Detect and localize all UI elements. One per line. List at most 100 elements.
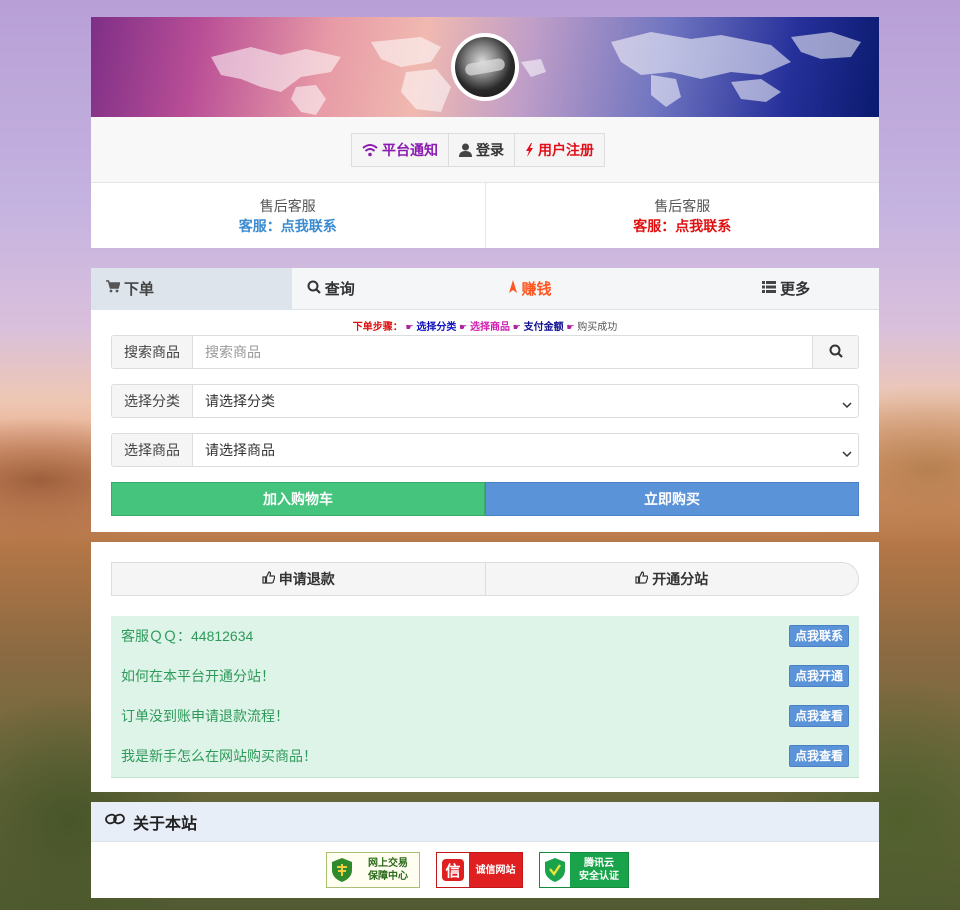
notice-text: 客服ＱＱ：44812634 xyxy=(121,628,254,644)
after-sales-cell-left: 售后客服 客服：点我联系 xyxy=(91,183,485,248)
thumbs-up-icon xyxy=(262,571,276,587)
header-nav-row: 平台通知 登录 用户注册 xyxy=(91,117,879,183)
thumbs-up-icon xyxy=(635,571,649,587)
refund-request-label: 申请退款 xyxy=(278,571,335,587)
step-arrow: ☛ xyxy=(566,322,575,332)
order-panel: 下单 查询 赚钱 更多 下单步骤： ☛ 选择分类 ☛ 选择商品 ☛ 支付金额 ☛… xyxy=(91,268,879,532)
header-panel: 平台通知 登录 用户注册 售后客服 客服：点我联系 售后客服 客服：点我联系 xyxy=(91,17,879,248)
service-pill-row: 申请退款 开通分站 xyxy=(111,562,859,596)
list-item: 客服ＱＱ：44812634 点我联系 xyxy=(121,624,849,648)
about-header: 关于本站 xyxy=(91,802,879,842)
login-label: 登录 xyxy=(476,142,504,158)
category-select[interactable]: 请选择分类 xyxy=(193,385,858,417)
refund-request-button[interactable]: 申请退款 xyxy=(111,562,486,596)
tab-query-label: 查询 xyxy=(324,281,355,298)
search-label: 搜索商品 xyxy=(112,336,193,368)
badge-line: 网上交易 xyxy=(368,858,408,869)
platform-notice-label: 平台通知 xyxy=(382,142,438,158)
category-label: 选择分类 xyxy=(112,385,193,417)
search-icon xyxy=(829,344,843,361)
about-panel: 关于本站 网上交易 保障中心 信 诚信网站 腾讯云 安全认证 xyxy=(91,802,879,898)
contact-me-button[interactable]: 点我联系 xyxy=(788,625,849,647)
step-arrow: ☛ xyxy=(405,322,414,332)
product-label: 选择商品 xyxy=(112,434,193,466)
search-button[interactable] xyxy=(812,336,858,368)
notice-text: 我是新手怎么在网站购买商品！ xyxy=(121,748,317,764)
trust-badges: 网上交易 保障中心 信 诚信网站 腾讯云 安全认证 xyxy=(326,852,629,888)
add-to-cart-button[interactable]: 加入购物车 xyxy=(111,482,485,516)
credit-icon: 信 xyxy=(437,853,469,887)
step-select-category: 选择分类 xyxy=(416,322,457,333)
after-sales-cell-right: 售后客服 客服：点我联系 xyxy=(484,183,880,248)
buy-now-button[interactable]: 立即购买 xyxy=(485,482,859,516)
badge-line: 诚信网站 xyxy=(475,864,516,876)
tab-earn-label: 赚钱 xyxy=(521,281,552,298)
search-field-wrap xyxy=(193,336,812,368)
order-actions: 加入购物车 立即购买 xyxy=(111,482,859,516)
product-row: 选择商品 请选择商品 xyxy=(111,433,859,467)
after-sales-title: 售后客服 xyxy=(259,198,316,214)
tab-query[interactable]: 查询 xyxy=(292,268,493,309)
category-row: 选择分类 请选择分类 xyxy=(111,384,859,418)
tab-order-label: 下单 xyxy=(124,281,155,298)
tencent-cloud-badge[interactable]: 腾讯云 安全认证 xyxy=(539,852,629,888)
credit-site-badge[interactable]: 信 诚信网站 xyxy=(436,852,523,888)
tab-order[interactable]: 下单 xyxy=(91,268,292,309)
register-label: 用户注册 xyxy=(538,142,594,158)
search-row: 搜索商品 xyxy=(111,335,859,369)
register-button[interactable]: 用户注册 xyxy=(514,133,605,167)
notice-text: 订单没到账申请退款流程！ xyxy=(121,708,289,724)
about-title: 关于本站 xyxy=(133,815,198,833)
product-select[interactable]: 请选择商品 xyxy=(193,434,858,466)
view-button[interactable]: 点我查看 xyxy=(788,705,849,727)
open-substation-button[interactable]: 开通分站 xyxy=(485,562,859,596)
shield-icon xyxy=(327,853,357,887)
after-sales-title: 售后客服 xyxy=(654,198,711,214)
search-icon xyxy=(307,280,321,298)
login-button[interactable]: 登录 xyxy=(448,133,515,167)
badge-line: 腾讯云 xyxy=(584,858,614,869)
product-select-value: 请选择商品 xyxy=(205,442,275,458)
chevron-down-icon xyxy=(842,445,852,461)
category-select-value: 请选择分类 xyxy=(205,393,275,409)
tab-earn[interactable]: 赚钱 xyxy=(493,268,694,309)
platform-notice-button[interactable]: 平台通知 xyxy=(351,133,449,167)
avatar[interactable] xyxy=(451,33,519,101)
step-arrow: ☛ xyxy=(459,322,468,332)
tab-more-label: 更多 xyxy=(780,281,811,298)
rocket-icon xyxy=(508,279,518,298)
list-item: 我是新手怎么在网站购买商品！ 点我查看 xyxy=(121,744,849,768)
link-icon xyxy=(105,812,125,831)
search-input[interactable] xyxy=(205,344,812,360)
contact-service-link[interactable]: 客服：点我联系 xyxy=(486,216,880,236)
trade-guarantee-badge[interactable]: 网上交易 保障中心 xyxy=(326,852,420,888)
service-panel: 申请退款 开通分站 客服ＱＱ：44812634 点我联系 如何在本平台开通分站！… xyxy=(91,542,879,792)
step-purchase-success: 购买成功 xyxy=(577,322,618,333)
tab-more[interactable]: 更多 xyxy=(693,268,879,309)
wifi-icon xyxy=(362,143,378,157)
order-steps: 下单步骤： ☛ 选择分类 ☛ 选择商品 ☛ 支付金额 ☛ 购买成功 xyxy=(91,320,879,334)
contact-service-link[interactable]: 客服：点我联系 xyxy=(91,216,485,236)
open-now-button[interactable]: 点我开通 xyxy=(788,665,849,687)
badge-line: 保障中心 xyxy=(368,871,408,882)
step-select-product: 选择商品 xyxy=(470,322,510,333)
order-tabs: 下单 查询 赚钱 更多 xyxy=(91,268,879,310)
step-arrow: ☛ xyxy=(512,322,521,332)
cart-icon xyxy=(106,280,121,297)
header-banner xyxy=(91,17,879,117)
step-pay-amount: 支付金额 xyxy=(523,322,564,333)
view-button[interactable]: 点我查看 xyxy=(788,745,849,767)
user-icon xyxy=(459,143,472,157)
notice-list: 客服ＱＱ：44812634 点我联系 如何在本平台开通分站！ 点我开通 订单没到… xyxy=(111,616,859,778)
steps-prefix: 下单步骤： xyxy=(352,322,403,333)
bolt-icon xyxy=(525,143,534,157)
notice-text: 如何在本平台开通分站！ xyxy=(121,668,275,684)
header-button-group: 平台通知 登录 用户注册 xyxy=(351,133,605,167)
badge-line: 安全认证 xyxy=(579,871,619,882)
chevron-down-icon xyxy=(842,396,852,412)
after-sales-row: 售后客服 客服：点我联系 售后客服 客服：点我联系 xyxy=(91,183,879,248)
list-item: 订单没到账申请退款流程！ 点我查看 xyxy=(121,704,849,728)
open-substation-label: 开通分站 xyxy=(652,571,709,587)
svg-text:信: 信 xyxy=(445,862,460,880)
list-icon xyxy=(762,280,777,297)
